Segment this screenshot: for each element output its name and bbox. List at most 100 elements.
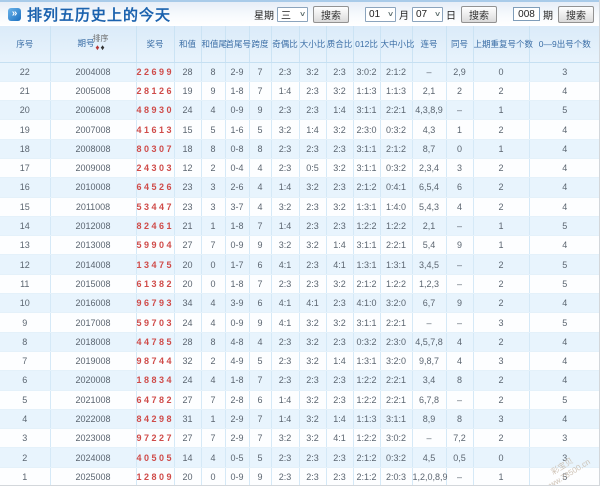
cell-012: 3:0:2 [353,62,381,82]
cell-digitcount: 4 [529,235,599,256]
week-label: 星期 [254,10,274,22]
cell-oddeven: 4:1 [271,312,300,333]
issue-search-button[interactable]: 搜索 [558,5,594,23]
cell-issue: 2015008 [50,274,137,295]
cell-prize: 40505 [136,447,175,468]
cell-oddeven: 1:4 [271,216,300,237]
cell-span: 9 [249,235,272,256]
cell-seq: 17 [0,158,51,179]
cell-prize: 80307 [136,139,175,159]
cell-012: 2:1:2 [353,447,381,468]
cell-consecutive: 5,4 [412,235,447,256]
cell-repeat: 1 [473,216,530,237]
cell-bigmidsmall: 0:3:2 [380,119,413,140]
table-row: 8 2018008 44785 28 8 4-8 4 2:3 3:2 2:3 0… [0,332,599,352]
cell-bigmidsmall: 3:1:1 [380,409,413,430]
cell-bigsmall: 2:3 [299,467,327,485]
cell-digitcount: 4 [529,119,599,140]
cell-seq: 10 [0,293,51,314]
cell-issue: 2013008 [50,235,137,256]
cell-issue: 2021008 [50,390,137,410]
cell-primecomp: 3:2 [326,312,354,333]
cell-bigmidsmall: 1:2:2 [380,274,413,295]
cell-span: 4 [249,158,272,179]
cell-012: 1:2:2 [353,216,381,237]
cell-bigmidsmall: 1:3:1 [380,254,413,275]
cell-bigmidsmall: 1:4:0 [380,197,413,217]
cell-same: 4 [446,197,474,217]
issue-input[interactable] [513,7,540,21]
cell-seq: 12 [0,254,51,275]
cell-repeat: 2 [473,293,530,314]
cell-sum: 20 [174,254,202,275]
cell-bigsmall: 2:3 [299,81,327,102]
cell-consecutive: 2,1 [412,81,447,102]
cell-span: 5 [249,351,272,372]
date-search-button[interactable]: 搜索 [461,5,497,23]
day-select[interactable]: 07 ∨ [412,6,443,22]
cell-oddeven: 2:3 [271,370,300,391]
cell-span: 7 [249,216,272,237]
cell-oddeven: 1:4 [271,409,300,430]
cell-repeat: 3 [473,351,530,372]
table-row: 4 2022008 84298 31 1 2-9 7 1:4 3:2 1:4 1… [0,409,599,430]
cell-bigsmall: 2:3 [299,370,327,391]
issue-sort-control[interactable]: 排序 ♦♦ [93,35,109,52]
weekday-select[interactable]: 三 ∨ [277,6,308,22]
cell-012: 1:1:3 [353,81,381,102]
cell-sumtail: 3 [201,177,226,198]
cell-primecomp: 2:3 [326,390,354,410]
month-label: 月 [399,10,409,22]
cell-firstlast: 0-4 [225,158,250,179]
cell-issue: 2005008 [50,81,137,102]
cell-sum: 21 [174,216,202,237]
cell-digitcount: 4 [529,351,599,372]
cell-sum: 31 [174,409,202,430]
month-select[interactable]: 01 ∨ [365,6,396,22]
cell-sum: 12 [174,158,202,179]
cell-oddeven: 2:3 [271,62,300,82]
cell-012: 1:3:1 [353,254,381,275]
cell-sum: 23 [174,177,202,198]
cell-issue: 2007008 [50,119,137,140]
col-header-same: 同号 [446,26,474,63]
cell-digitcount: 5 [529,100,599,121]
day-label: 日 [446,10,456,22]
cell-same: 0,5 [446,447,474,468]
cell-seq: 19 [0,119,51,140]
cell-firstlast: 2-8 [225,390,250,410]
cell-sum: 27 [174,235,202,256]
cell-repeat: 3 [473,312,530,333]
cell-issue: 2025008 [50,467,137,485]
cell-bigmidsmall: 1:1:3 [380,81,413,102]
cell-bigsmall: 3:2 [299,177,327,198]
cell-repeat: 2 [473,332,530,352]
cell-primecomp: 2:3 [326,177,354,198]
cell-sum: 20 [174,467,202,485]
cell-repeat: 2 [473,274,530,295]
cell-digitcount: 5 [529,274,599,295]
cell-sumtail: 5 [201,119,226,140]
sort-desc-icon[interactable]: ♦ [101,43,106,52]
cell-repeat: 2 [473,254,530,275]
cell-primecomp: 2:3 [326,62,354,82]
table-row: 6 2020008 18834 24 4 1-8 7 2:3 2:3 2:3 1… [0,370,599,391]
cell-012: 1:2:2 [353,428,381,449]
cell-repeat: 1 [473,235,530,256]
cell-sumtail: 7 [201,428,226,449]
cell-sumtail: 3 [201,197,226,217]
cell-firstlast: 4-9 [225,351,250,372]
cell-firstlast: 3-7 [225,197,250,217]
table-row: 9 2017008 59703 24 4 0-9 9 4:1 3:2 3:2 3… [0,312,599,333]
cell-same: 3 [446,158,474,179]
cell-span: 7 [249,370,272,391]
cell-digitcount: 3 [529,428,599,449]
weekday-select-value: 三 [281,10,291,22]
chevron-down-icon: ∨ [433,11,442,18]
cell-digitcount: 4 [529,293,599,314]
cell-firstlast: 1-8 [225,370,250,391]
week-search-button[interactable]: 搜索 [313,5,349,23]
table-row: 12 2014008 13475 20 0 1-7 6 4:1 2:3 4:1 … [0,254,599,275]
cell-firstlast: 1-8 [225,216,250,237]
table-row: 5 2021008 64782 27 7 2-8 6 1:4 3:2 2:3 1… [0,390,599,410]
